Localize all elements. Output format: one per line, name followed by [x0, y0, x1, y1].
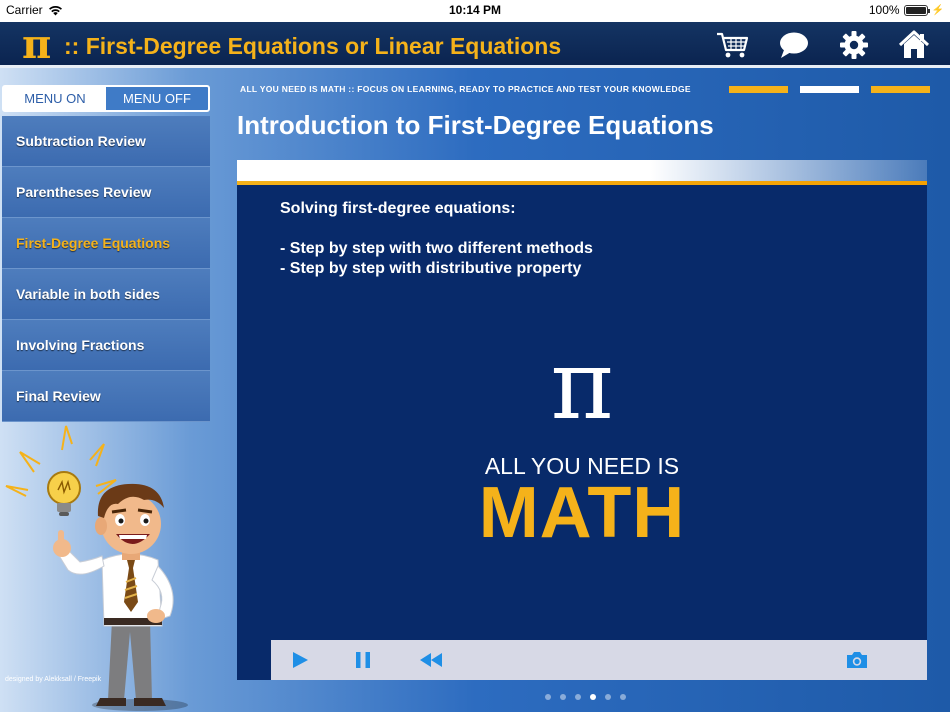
sidebar-item-label: Parentheses Review [16, 184, 152, 200]
page-dot[interactable] [545, 694, 551, 700]
page-dot[interactable] [560, 694, 566, 700]
app-title: :: First-Degree Equations or Linear Equa… [64, 33, 562, 59]
tagline-bar-yellow [729, 86, 788, 93]
menu-off-button[interactable]: MENU OFF [106, 87, 208, 110]
sidebar-menu: Subtraction Review Parentheses Review Fi… [2, 116, 210, 422]
spacer-line [280, 219, 593, 239]
camera-icon [847, 652, 867, 668]
tagline-bar-white [800, 86, 859, 93]
pi-logo: π [22, 21, 52, 68]
sidebar-item-label: Variable in both sides [16, 286, 160, 302]
cart-button[interactable] [716, 30, 750, 60]
home-icon [898, 30, 930, 58]
page-dot[interactable] [575, 694, 581, 700]
tagline-bar-yellow [871, 86, 930, 93]
video-description: Solving first-degree equations: - Step b… [280, 199, 593, 279]
lesson-title: Introduction to First-Degree Equations [237, 110, 714, 140]
mascot-illustration [5, 425, 188, 711]
menu-toggle: MENU ON MENU OFF [2, 85, 210, 112]
tagline: ALL YOU NEED IS MATH :: FOCUS ON LEARNIN… [240, 84, 691, 94]
sidebar-item-parentheses-review[interactable]: Parentheses Review [2, 167, 210, 218]
sidebar-item-involving-fractions[interactable]: Involving Fractions [2, 320, 210, 371]
page-indicator [545, 694, 626, 700]
play-button[interactable] [291, 650, 309, 670]
status-bar: Carrier 10:14 PM 100% ⚡ [0, 0, 950, 22]
page-dot[interactable] [620, 694, 626, 700]
sidebar-item-label: Subtraction Review [16, 133, 146, 149]
cart-icon [717, 32, 749, 58]
clock: 10:14 PM [448, 3, 502, 17]
video-player[interactable]: Solving first-degree equations: - Step b… [237, 185, 927, 680]
page-dot[interactable] [590, 694, 596, 700]
sidebar-item-first-degree-equations[interactable]: First-Degree Equations [2, 218, 210, 269]
pi-symbol: π [550, 329, 614, 441]
battery-icon [903, 4, 930, 16]
settings-button[interactable] [837, 30, 871, 60]
video-bullet: - Step by step with distributive propert… [280, 260, 582, 277]
menu-on-button[interactable]: MENU ON [4, 87, 106, 110]
sidebar-item-variable-both-sides[interactable]: Variable in both sides [2, 269, 210, 320]
rewind-icon [420, 653, 442, 667]
home-button[interactable] [897, 30, 931, 60]
gear-icon [840, 31, 868, 59]
illustration-credit: designed by Alekksall / Freepik [5, 676, 102, 683]
math-logo-text: MATH [478, 473, 686, 553]
video-heading: Solving first-degree equations: [280, 200, 516, 217]
sidebar-item-subtraction-review[interactable]: Subtraction Review [2, 116, 210, 167]
app-header: π :: First-Degree Equations or Linear Eq… [0, 22, 950, 68]
chat-button[interactable] [777, 30, 811, 60]
pause-button[interactable] [355, 650, 371, 670]
sidebar-item-final-review[interactable]: Final Review [2, 371, 210, 422]
battery-percent: 100% [868, 3, 900, 17]
screenshot-button[interactable] [845, 650, 869, 670]
page-dot[interactable] [605, 694, 611, 700]
battery-status: 100% ⚡ [869, 3, 944, 17]
sidebar-item-label: Final Review [16, 388, 101, 404]
rewind-button[interactable] [419, 650, 443, 670]
sidebar-item-label: Involving Fractions [16, 337, 145, 353]
video-bullet: - Step by step with two different method… [280, 240, 593, 257]
pause-icon [356, 652, 370, 668]
sidebar-item-label: First-Degree Equations [16, 235, 171, 251]
video-controls [271, 640, 927, 680]
play-icon [293, 652, 308, 668]
charging-icon: ⚡ [931, 4, 944, 16]
chat-bubble-icon [780, 32, 808, 58]
